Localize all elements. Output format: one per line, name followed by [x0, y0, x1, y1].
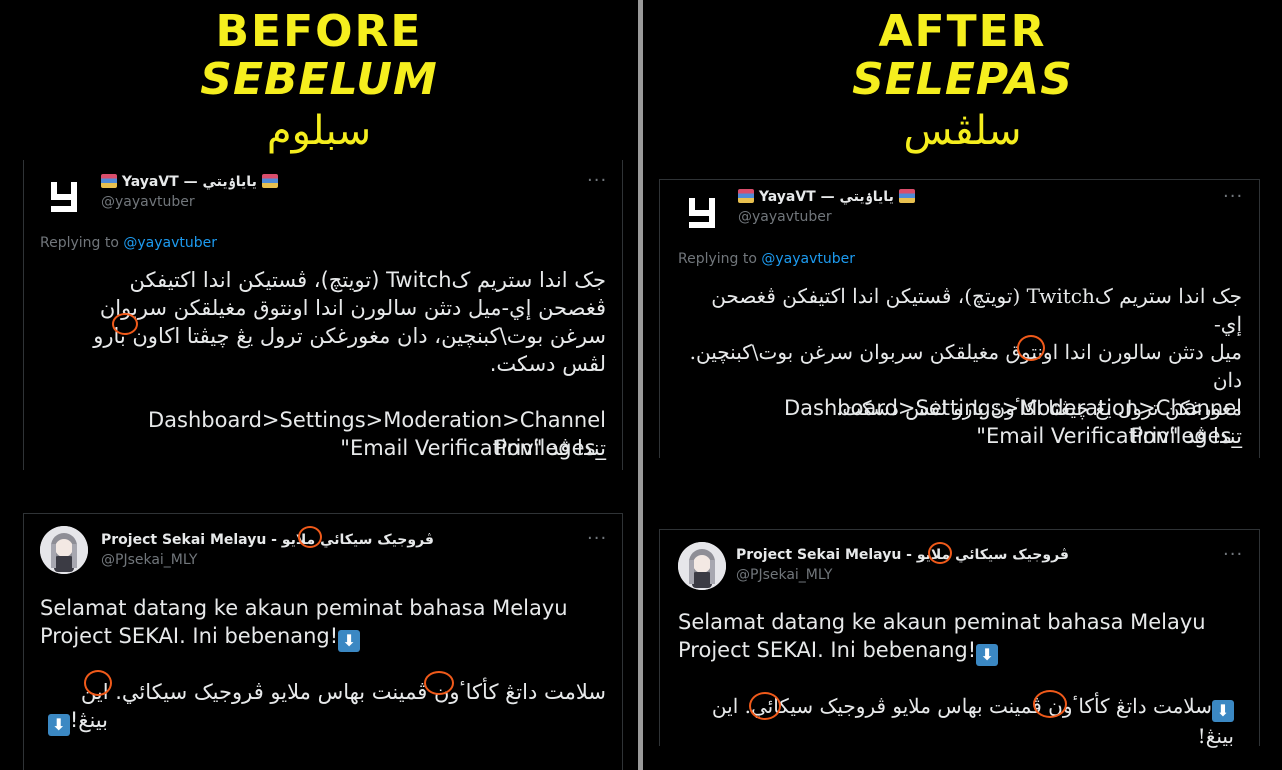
- highlight-ring: [112, 313, 138, 335]
- anime-character-icon: [678, 542, 726, 590]
- before-panel: BEFORE SEBELUM سبلوم YayaVT — ياياۏيتي @…: [0, 0, 638, 770]
- yaya-display-name[interactable]: YayaVT — ياياۏيتي: [101, 173, 278, 191]
- down-arrow-icon: ⬇: [47, 714, 70, 736]
- more-options-icon[interactable]: ···: [1223, 188, 1243, 206]
- replying-to: Replying to @yayavtuber: [678, 251, 856, 267]
- highlight-ring: [749, 692, 781, 720]
- email-verification-line: تندا ڤد "Email Verification": [976, 424, 1242, 448]
- tweet-body-latin: Selamat datang ke akaun peminat bahasa M…: [40, 596, 568, 652]
- books-icon: [261, 174, 278, 188]
- pjsekai-avatar[interactable]: [678, 542, 726, 590]
- books-icon: [898, 189, 915, 203]
- books-icon: [738, 189, 754, 203]
- replying-to: Replying to @yayavtuber: [40, 235, 218, 251]
- tweet-body-jawi: سلامت داتڠ کأکاٴون ڤمينت بهاس ملايو ڤروج…: [40, 678, 606, 736]
- after-heading-en: AFTER: [878, 6, 1047, 57]
- more-options-icon[interactable]: ···: [587, 172, 607, 190]
- books-icon: [101, 174, 117, 188]
- down-arrow-icon: ⬇: [976, 644, 999, 666]
- highlight-ring: [298, 526, 322, 548]
- pjsekai-handle[interactable]: @PJsekai_MLY: [101, 551, 197, 569]
- yaya-avatar[interactable]: [678, 188, 726, 236]
- yaya-handle[interactable]: @yayavtuber: [738, 208, 832, 226]
- highlight-ring: [1017, 335, 1045, 361]
- pjsekai-handle[interactable]: @PJsekai_MLY: [736, 566, 832, 584]
- after-heading-jawi: سلڤس: [903, 108, 1022, 154]
- before-heading-ms: SEBELUM: [200, 54, 438, 105]
- yaya-logo-icon: [689, 198, 715, 228]
- pjsekai-display-name[interactable]: Project Sekai Melayu - ڤروجيک سيکائي ملا…: [101, 531, 434, 549]
- tweet-yaya[interactable]: YayaVT — ياياۏيتي @yayavtuber ··· Replyi…: [23, 160, 623, 470]
- down-arrow-icon: ⬇: [338, 630, 361, 652]
- anime-character-icon: [40, 526, 88, 574]
- yaya-handle[interactable]: @yayavtuber: [101, 193, 195, 211]
- pjsekai-avatar[interactable]: [40, 526, 88, 574]
- email-verification-line: تندا ڤد "Email Verification": [340, 436, 606, 460]
- highlight-ring: [424, 671, 454, 695]
- after-heading-ms: SELEPAS: [852, 54, 1073, 105]
- more-options-icon[interactable]: ···: [1223, 546, 1243, 564]
- highlight-ring: [928, 542, 952, 564]
- before-heading-en: BEFORE: [215, 6, 423, 57]
- yaya-avatar[interactable]: [40, 172, 88, 220]
- reply-handle-link[interactable]: @yayavtuber: [761, 251, 855, 267]
- tweet-pjsekai[interactable]: Project Sekai Melayu - ڤروجيک سيکائي ملا…: [659, 529, 1260, 748]
- reply-handle-link[interactable]: @yayavtuber: [123, 235, 217, 251]
- after-panel: AFTER SELEPAS سلڤس YayaVT — ياياۏيتي @ya…: [643, 0, 1282, 770]
- highlight-ring: [84, 670, 112, 696]
- highlight-ring: [1033, 690, 1067, 718]
- pjsekai-display-name[interactable]: Project Sekai Melayu - ڤروجيک سيکائي ملا…: [736, 546, 1069, 564]
- yaya-display-name[interactable]: YayaVT — ياياۏيتي: [738, 188, 915, 206]
- tweet-body-latin: Selamat datang ke akaun peminat bahasa M…: [678, 610, 1206, 666]
- tweet-yaya[interactable]: YayaVT — ياياۏيتي @yayavtuber ··· Replyi…: [659, 179, 1260, 458]
- more-options-icon[interactable]: ···: [587, 530, 607, 548]
- before-heading-jawi: سبلوم: [266, 108, 372, 154]
- tweet-pjsekai[interactable]: Project Sekai Melayu - ڤروجيک سيکائي ملا…: [23, 513, 623, 770]
- yaya-logo-icon: [51, 182, 77, 212]
- down-arrow-icon: ⬇: [1212, 700, 1234, 722]
